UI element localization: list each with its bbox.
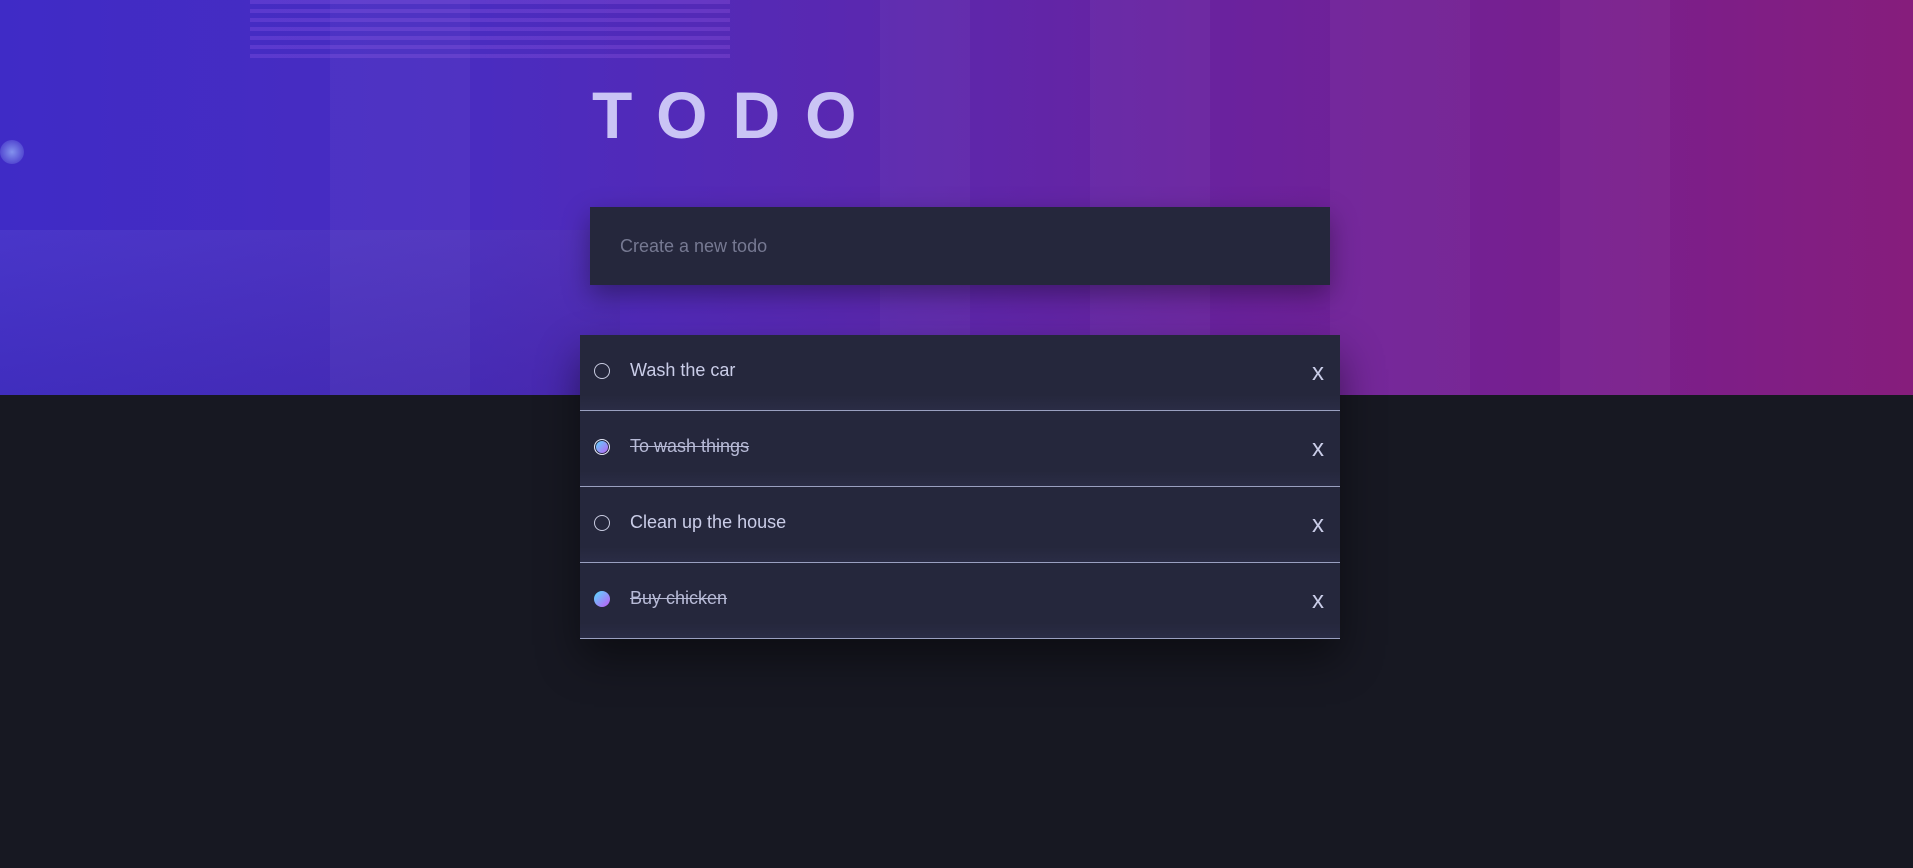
hero-decoration xyxy=(0,140,24,164)
hero-decoration xyxy=(0,230,620,395)
new-todo-input[interactable] xyxy=(590,235,1330,257)
hero-decoration xyxy=(1330,0,1470,395)
checkbox-icon[interactable] xyxy=(594,363,610,379)
todo-text: Wash the car xyxy=(630,360,736,380)
todo-list: Wash the car x To wash things x Clean up… xyxy=(580,335,1340,639)
close-icon[interactable]: x xyxy=(1312,361,1324,385)
checkbox-checked-icon[interactable] xyxy=(594,591,610,607)
todo-text: Buy chicken xyxy=(630,588,728,608)
close-icon[interactable]: x xyxy=(1312,437,1324,461)
new-todo-container xyxy=(590,207,1330,285)
todo-item: Wash the car x xyxy=(580,335,1340,411)
close-icon[interactable]: x xyxy=(1312,589,1324,613)
page-title: TODO xyxy=(592,78,882,152)
todo-text: Clean up the house xyxy=(630,512,787,532)
todo-item: Clean up the house x xyxy=(580,487,1340,563)
todo-item: To wash things x xyxy=(580,411,1340,487)
close-icon[interactable]: x xyxy=(1312,513,1324,537)
hero-decoration xyxy=(250,0,730,60)
checkbox-checked-icon[interactable] xyxy=(594,439,610,455)
hero-decoration xyxy=(1560,0,1670,395)
checkbox-icon[interactable] xyxy=(594,515,610,531)
todo-item: Buy chicken x xyxy=(580,563,1340,639)
hero-decoration xyxy=(330,0,470,395)
todo-text: To wash things xyxy=(630,436,750,456)
